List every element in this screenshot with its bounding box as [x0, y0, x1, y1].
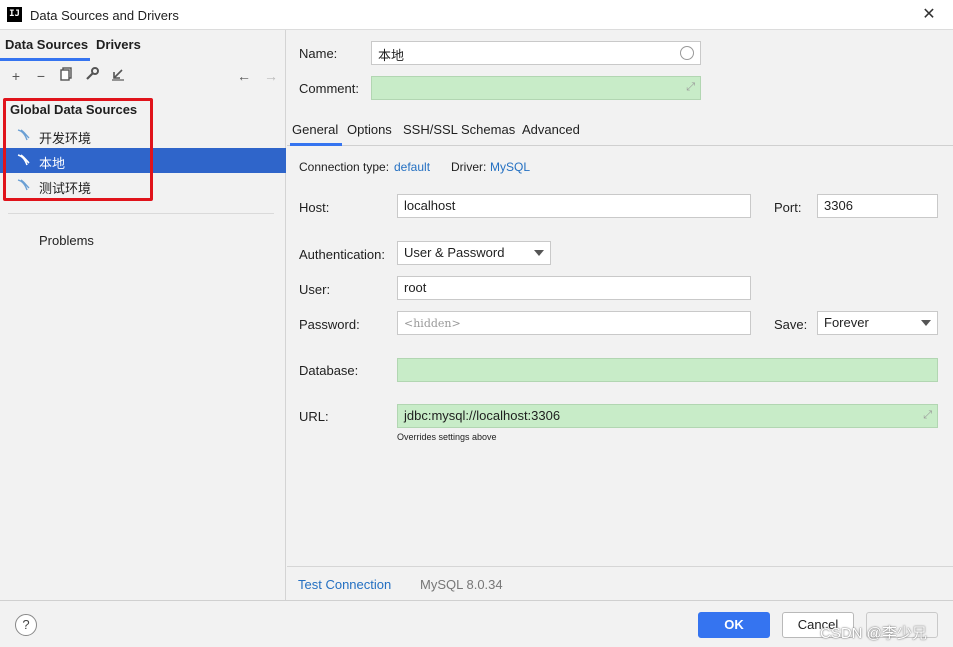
- left-toolbar: + − ← →: [0, 66, 286, 88]
- tab-options[interactable]: Options: [347, 122, 392, 137]
- bottom-bar: Test Connection MySQL 8.0.34: [287, 566, 953, 600]
- right-panel: Name: 本地 Comment: ⤢ General Options SSH/…: [287, 30, 953, 600]
- expand-icon[interactable]: ⤢: [686, 81, 695, 94]
- authentication-value: User & Password: [404, 245, 505, 260]
- tab-schemas[interactable]: Schemas: [461, 122, 515, 137]
- save-value: Forever: [824, 315, 869, 330]
- password-placeholder: <hidden>: [404, 317, 461, 330]
- url-label: URL:: [299, 409, 329, 424]
- connection-type-link[interactable]: default: [394, 160, 430, 174]
- comment-field[interactable]: ⤢: [371, 76, 701, 100]
- chevron-down-icon: [921, 320, 931, 326]
- save-label: Save:: [774, 317, 808, 332]
- url-value: jdbc:mysql://localhost:3306: [404, 408, 561, 423]
- authentication-select[interactable]: User & Password: [397, 241, 551, 265]
- comment-label: Comment:: [299, 81, 359, 96]
- authentication-label: Authentication:: [299, 247, 386, 262]
- name-label: Name:: [299, 46, 338, 61]
- back-arrow-icon[interactable]: ←: [234, 66, 254, 86]
- highlight-annotation-box: [3, 98, 153, 201]
- remove-icon[interactable]: −: [31, 66, 51, 86]
- active-tab-indicator: [290, 143, 342, 146]
- password-label: Password:: [299, 317, 360, 332]
- mysql-version: MySQL 8.0.34: [420, 577, 503, 592]
- tab-ssh-ssl[interactable]: SSH/SSL: [403, 122, 458, 137]
- port-label: Port:: [774, 200, 802, 215]
- name-value: 本地: [378, 48, 405, 63]
- dialog-footer: ? OK Cancel CSDN @李少兄: [0, 600, 953, 647]
- intellij-logo-icon: IJ: [7, 7, 22, 22]
- active-tab-indicator: [0, 58, 90, 61]
- save-select[interactable]: Forever: [817, 311, 938, 335]
- wrench-icon[interactable]: [82, 66, 102, 86]
- tab-data-sources[interactable]: Data Sources: [5, 37, 88, 52]
- user-label: User:: [299, 282, 331, 297]
- import-icon[interactable]: [108, 66, 128, 86]
- copy-icon[interactable]: [56, 66, 76, 86]
- password-input[interactable]: <hidden>: [397, 311, 751, 335]
- forward-arrow-icon[interactable]: →: [261, 66, 281, 86]
- problems-item[interactable]: Problems: [39, 233, 94, 248]
- watermark: CSDN @李少兄: [820, 625, 927, 642]
- url-hint: Overrides settings above: [397, 432, 497, 442]
- tab-advanced[interactable]: Advanced: [522, 122, 580, 137]
- close-icon[interactable]: ✕: [918, 4, 940, 26]
- left-panel: Data Sources Drivers + − ← → Global Data…: [0, 30, 286, 600]
- driver-label: Driver:: [451, 160, 487, 174]
- title-bar: IJ Data Sources and Drivers ✕: [0, 0, 953, 30]
- connection-type-label: Connection type:: [299, 160, 390, 174]
- ok-button[interactable]: OK: [698, 612, 770, 638]
- chevron-down-icon: [534, 250, 544, 256]
- database-label: Database:: [299, 363, 359, 378]
- port-input[interactable]: 3306: [817, 194, 938, 218]
- left-tabs: Data Sources Drivers: [0, 30, 286, 62]
- settings-tabs: General Options SSH/SSL Schemas Advanced: [287, 118, 953, 146]
- divider: [8, 213, 274, 214]
- database-input[interactable]: [397, 358, 938, 382]
- driver-link[interactable]: MySQL: [490, 160, 530, 174]
- host-label: Host:: [299, 200, 330, 215]
- color-circle-icon[interactable]: [680, 46, 694, 60]
- window-title: Data Sources and Drivers: [30, 8, 179, 23]
- add-icon[interactable]: +: [6, 66, 26, 86]
- url-input[interactable]: jdbc:mysql://localhost:3306 ⤢: [397, 404, 938, 428]
- expand-icon[interactable]: ⤢: [923, 409, 932, 422]
- name-field[interactable]: 本地: [371, 41, 701, 65]
- tab-drivers[interactable]: Drivers: [96, 37, 141, 52]
- help-icon[interactable]: ?: [15, 614, 37, 636]
- host-input[interactable]: localhost: [397, 194, 751, 218]
- user-input[interactable]: root: [397, 276, 751, 300]
- tab-general[interactable]: General: [292, 122, 338, 137]
- test-connection-link[interactable]: Test Connection: [298, 577, 391, 592]
